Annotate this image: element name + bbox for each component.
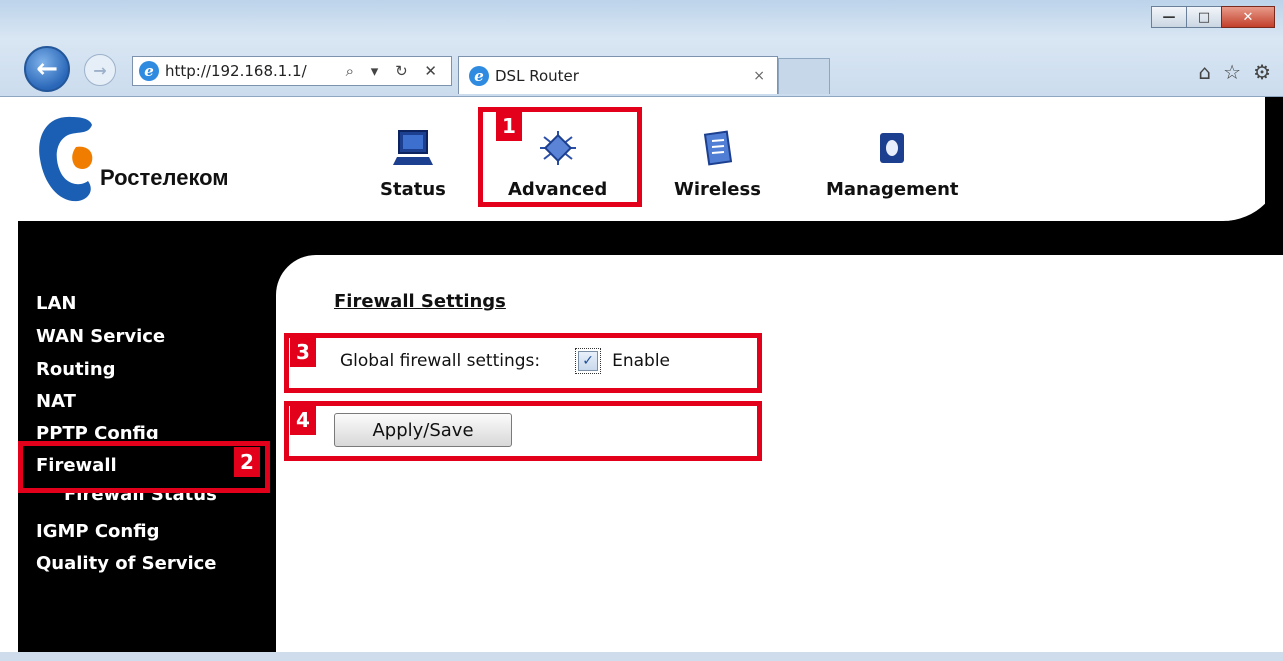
annotation-box-4 <box>284 401 762 461</box>
nav-management-label: Management <box>826 179 959 200</box>
main-content: Firewall Settings Global firewall settin… <box>276 255 1283 661</box>
tab-dsl-router[interactable]: e DSL Router × <box>458 56 778 94</box>
favorites-star-icon[interactable]: ☆ <box>1223 60 1241 84</box>
maximize-button[interactable]: □ <box>1186 6 1222 28</box>
status-monitor-icon <box>392 130 433 165</box>
back-arrow-icon: ← <box>36 54 58 84</box>
forward-button[interactable]: → <box>84 54 116 86</box>
back-button[interactable]: ← <box>24 46 70 92</box>
home-icon[interactable]: ⌂ <box>1198 60 1211 84</box>
window-bottom-border <box>0 652 1283 661</box>
sidebar-item-nat[interactable]: NAT <box>36 391 76 412</box>
management-book-icon <box>880 133 905 163</box>
annotation-tag-1: 1 <box>496 111 522 141</box>
nav-management[interactable]: Management <box>826 129 959 200</box>
sidebar-item-qos[interactable]: Quality of Service <box>36 553 217 574</box>
minimize-button[interactable]: — <box>1151 6 1187 28</box>
nav-status-label: Status <box>380 179 446 200</box>
nav-wireless[interactable]: Wireless <box>674 129 761 200</box>
annotation-tag-3: 3 <box>290 337 316 367</box>
ie-logo-icon: e <box>139 61 159 81</box>
sidebar-item-igmp-config[interactable]: IGMP Config <box>36 521 159 542</box>
router-page: Ростелеком Status Advanced Wireless Mana… <box>18 97 1283 661</box>
tab-title: DSL Router <box>495 66 579 85</box>
browser-toolbar-icons: ⌂ ☆ ⚙ <box>1198 60 1271 84</box>
sidebar-item-wan-service[interactable]: WAN Service <box>36 326 165 347</box>
sidebar: LAN WAN Service Routing NAT PPTP Config … <box>18 221 276 661</box>
address-text: http://192.168.1.1/ <box>165 62 307 80</box>
sidebar-item-routing[interactable]: Routing <box>36 359 116 380</box>
router-header: Ростелеком Status Advanced Wireless Mana… <box>18 97 1283 221</box>
new-tab-button[interactable] <box>778 58 830 94</box>
close-window-button[interactable]: ✕ <box>1221 6 1275 28</box>
annotation-tag-4: 4 <box>290 405 316 435</box>
browser-chrome: — □ ✕ ← → e http://192.168.1.1/ ⌕ ▾ ↻ ✕ … <box>0 0 1283 97</box>
address-bar[interactable]: e http://192.168.1.1/ ⌕ ▾ ↻ ✕ <box>132 56 452 86</box>
rostelecom-logo-icon <box>39 116 93 202</box>
page-title: Firewall Settings <box>334 291 506 312</box>
sidebar-item-lan[interactable]: LAN <box>36 293 76 314</box>
sidebar-item-pptp-config[interactable]: PPTP Config <box>36 423 159 439</box>
tab-close-icon[interactable]: × <box>753 68 765 84</box>
sidebar-item-firewall-status[interactable]: Firewall Status <box>64 491 217 507</box>
nav-wireless-label: Wireless <box>674 179 761 200</box>
wireless-clipboard-icon <box>704 130 733 166</box>
nav-status[interactable]: Status <box>380 129 446 200</box>
window-controls: — □ ✕ <box>1151 6 1275 28</box>
address-tools[interactable]: ⌕ ▾ ↻ ✕ <box>346 62 443 80</box>
annotation-tag-2: 2 <box>234 447 260 477</box>
ie-tab-icon: e <box>469 65 489 86</box>
annotation-box-3 <box>284 333 762 393</box>
settings-gear-icon[interactable]: ⚙ <box>1253 60 1271 84</box>
forward-arrow-icon: → <box>93 60 107 80</box>
annotation-box-2 <box>18 441 270 493</box>
brand-name: Ростелеком <box>100 165 229 190</box>
